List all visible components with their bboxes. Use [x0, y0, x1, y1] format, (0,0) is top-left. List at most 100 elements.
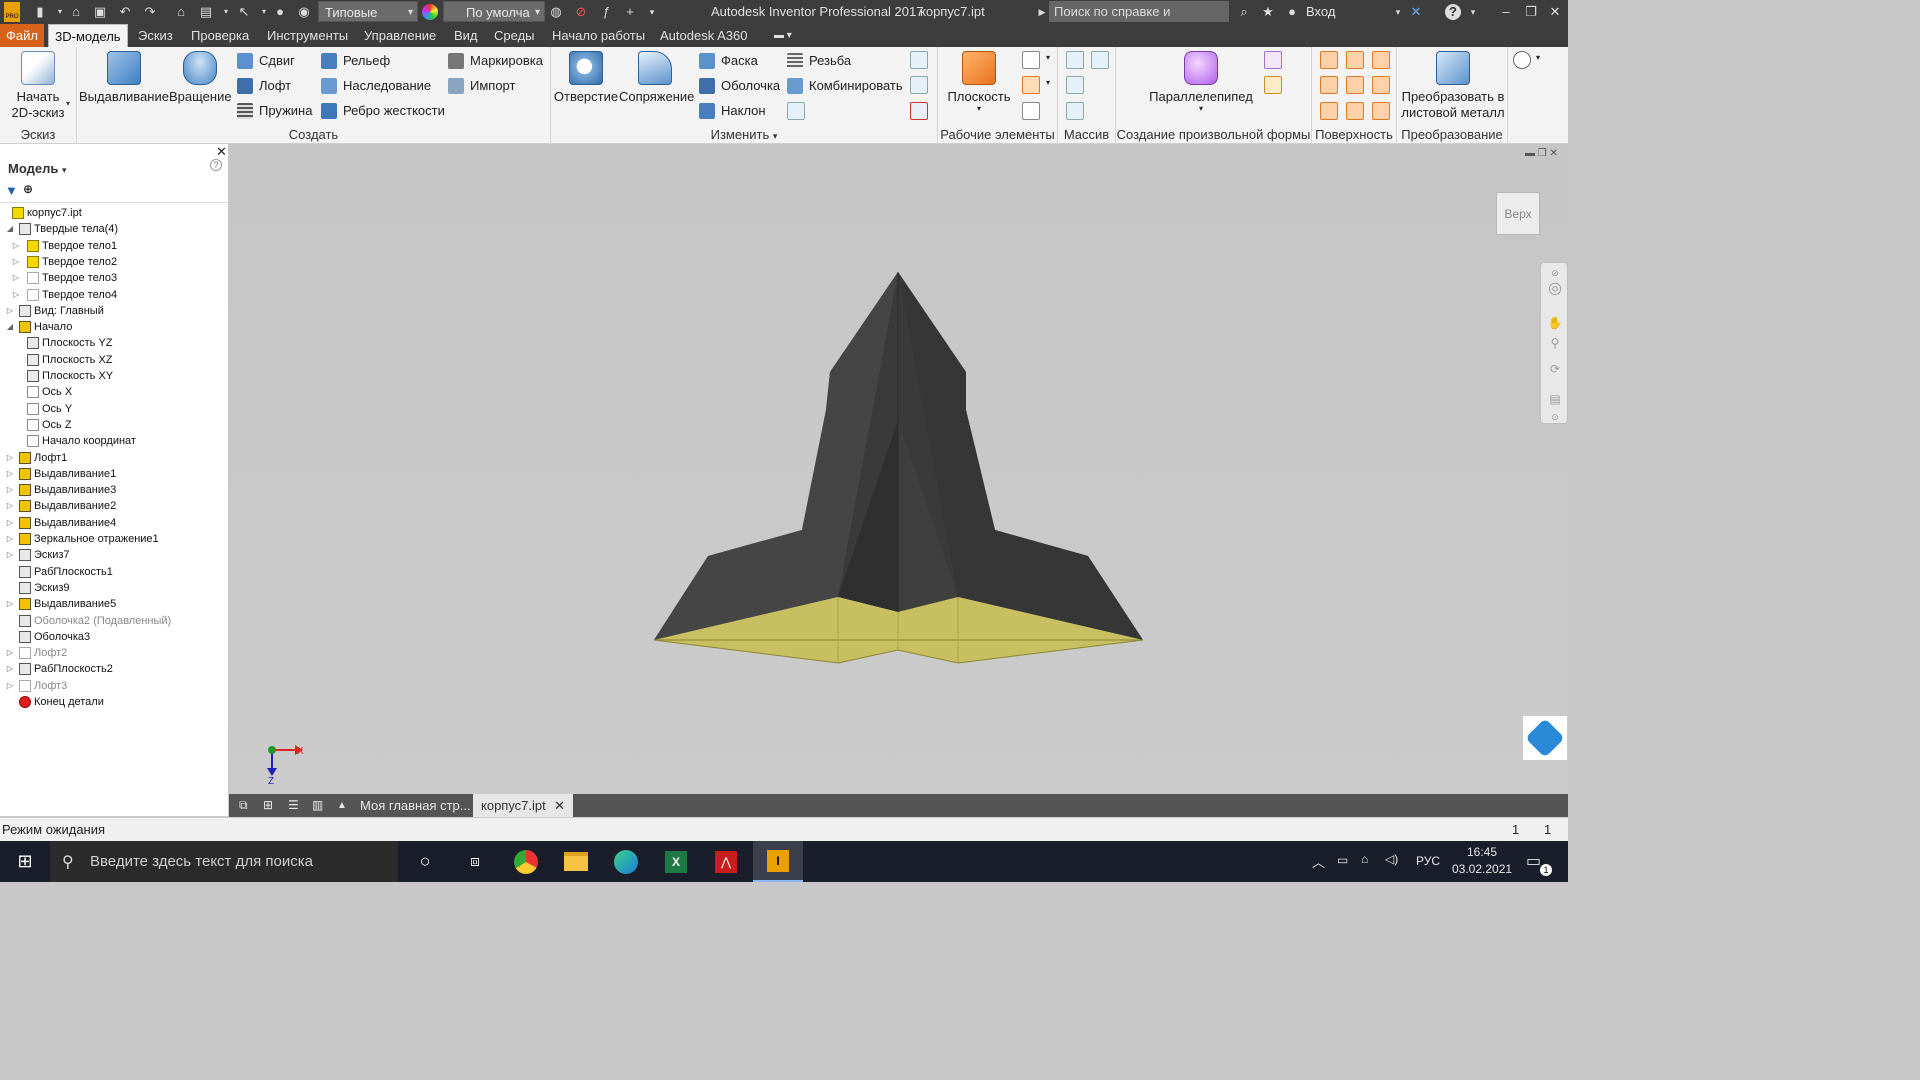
chamfer-button[interactable]: Фаска	[699, 51, 758, 71]
revolve-button[interactable]: Вращение	[169, 49, 232, 105]
convert-to-sheet-metal-button[interactable]: Преобразовать в листовой металл	[1399, 49, 1507, 121]
tree-expand-icon[interactable]: ▷	[6, 498, 14, 514]
ribbon-options-dropdown-icon[interactable]: ▾	[1536, 53, 1540, 62]
work-point-dropdown-icon[interactable]: ▾	[1046, 78, 1050, 87]
tree-expand-icon[interactable]: ▷	[12, 238, 20, 254]
work-axis-dropdown-icon[interactable]: ▾	[1046, 53, 1050, 62]
graphics-viewport[interactable]: ▬ ❐ ✕ X Z	[229, 144, 1568, 794]
sculpt-icon[interactable]	[1320, 76, 1338, 94]
binoculars-icon[interactable]: ⌕	[1236, 4, 1252, 20]
appearance-combo[interactable]: По умолча	[443, 1, 545, 23]
freeform-convert-icon[interactable]	[1264, 76, 1282, 94]
help-dropdown-icon[interactable]: ▾	[1465, 4, 1481, 20]
sketch-pattern-icon[interactable]	[1066, 102, 1084, 120]
pan-hand-icon[interactable]: ✋	[1547, 315, 1563, 331]
update-icon[interactable]: ●	[272, 4, 288, 20]
signin-dropdown-icon[interactable]: ▾	[1390, 4, 1406, 20]
select-icon[interactable]: ↖	[236, 4, 252, 20]
move-bodies-icon[interactable]	[910, 76, 928, 94]
browser-title[interactable]: Модель ▾	[8, 161, 67, 176]
customize-qat-icon[interactable]: ▾	[644, 4, 660, 20]
print-icon[interactable]: ▤	[198, 4, 214, 20]
home-icon[interactable]: ⌂	[173, 4, 189, 20]
battery-icon[interactable]: ▭	[1337, 853, 1348, 867]
tab-a360[interactable]: Autodesk A360	[654, 24, 753, 47]
steering-wheel-icon[interactable]: ◎	[1547, 281, 1563, 297]
help-search-input[interactable]: Поиск по справке и командам	[1049, 1, 1229, 40]
inventor-logo-icon[interactable]: PRO	[4, 2, 20, 22]
print-dropdown-icon[interactable]: ▾	[218, 4, 234, 20]
stitch-icon[interactable]	[1372, 51, 1390, 69]
split-icon[interactable]	[910, 51, 928, 69]
appearance-color-icon[interactable]	[422, 4, 438, 20]
edge-taskbar-button[interactable]	[601, 841, 651, 882]
tree-expand-icon[interactable]: ▷	[6, 645, 14, 661]
close-browser-icon[interactable]: ✕	[216, 144, 227, 160]
tab-manage[interactable]: Управление	[358, 24, 442, 47]
chrome-taskbar-button[interactable]	[501, 841, 551, 882]
redo-icon[interactable]: ↷	[142, 4, 158, 20]
tree-collapse-icon[interactable]: ◢	[6, 319, 14, 335]
material-sphere-icon[interactable]: ◉	[296, 4, 312, 20]
emboss-button[interactable]: Рельеф	[321, 51, 390, 71]
new-dropdown-icon[interactable]: ▾	[52, 4, 68, 20]
work-axis-icon[interactable]	[1022, 51, 1040, 69]
thicken-icon[interactable]	[1320, 51, 1338, 69]
navbar-options-icon[interactable]: ⊙	[1547, 409, 1563, 425]
volume-icon[interactable]: ◁)	[1385, 852, 1398, 866]
restore-window-icon[interactable]: ❐	[1523, 4, 1539, 20]
language-indicator[interactable]: РУС	[1416, 854, 1440, 868]
tree-collapse-icon[interactable]: ◢	[6, 221, 14, 237]
select-dropdown-icon[interactable]: ▾	[256, 4, 272, 20]
excel-taskbar-button[interactable]: X	[651, 841, 701, 882]
group-label-modify[interactable]: Изменить ▾	[551, 127, 937, 142]
find-binoculars-icon[interactable]: ⊕	[23, 182, 33, 196]
trim-icon[interactable]	[1346, 76, 1364, 94]
tab-tools[interactable]: Инструменты	[261, 24, 354, 47]
coil-button[interactable]: Пружина	[237, 101, 312, 121]
zoom-icon[interactable]: ⚲	[1547, 335, 1563, 351]
import-button[interactable]: Импорт	[448, 76, 515, 96]
browser-help-icon[interactable]: ?	[210, 159, 222, 171]
navbar-close-icon[interactable]: ⊘	[1547, 265, 1563, 281]
orbit-icon[interactable]: ⟳	[1547, 361, 1563, 377]
rib-button[interactable]: Ребро жесткости	[321, 101, 445, 121]
expand-arrow-icon[interactable]: ▶	[1034, 4, 1050, 20]
freeform-box-button[interactable]: Параллелепипед ▾	[1146, 49, 1256, 113]
combine-button[interactable]: Комбинировать	[787, 76, 903, 96]
save-icon[interactable]: ▣	[92, 4, 108, 20]
tab-get-started[interactable]: Начало работы	[546, 24, 651, 47]
signin-label[interactable]: Вход	[1306, 4, 1335, 19]
share-view-button[interactable]	[1522, 715, 1568, 761]
parameters-fx-icon[interactable]: ƒ	[598, 4, 614, 20]
minimize-window-icon[interactable]: –	[1498, 4, 1514, 20]
look-at-icon[interactable]: ▤	[1547, 391, 1563, 407]
shell-button[interactable]: Оболочка	[699, 76, 780, 96]
close-tab-icon[interactable]: ✕	[554, 794, 565, 817]
tree-expand-icon[interactable]: ▷	[6, 303, 14, 319]
plane-button[interactable]: Плоскость ▾	[944, 49, 1014, 113]
model-render[interactable]: X Z	[229, 144, 1568, 794]
tree-expand-icon[interactable]: ▷	[6, 678, 14, 694]
replace-face-icon[interactable]	[1346, 102, 1364, 120]
tab-file[interactable]: Файл	[0, 24, 44, 47]
filter-icon[interactable]: ▼	[5, 183, 18, 198]
acrobat-taskbar-button[interactable]: ⋀	[701, 841, 751, 882]
close-window-icon[interactable]: ✕	[1547, 4, 1563, 20]
tab-environments[interactable]: Среды	[488, 24, 541, 47]
tray-show-hidden-icon[interactable]: ︿	[1312, 852, 1325, 871]
tab-sketch[interactable]: Эскиз	[132, 24, 179, 47]
tab-3d-model[interactable]: 3D-модель	[48, 24, 128, 47]
clear-appearance-icon[interactable]: ⊘	[573, 4, 589, 20]
loft-button[interactable]: Лофт	[237, 76, 291, 96]
delete-face-icon[interactable]	[910, 102, 928, 120]
work-point-icon[interactable]	[1022, 76, 1040, 94]
circular-pattern-icon[interactable]	[1066, 76, 1084, 94]
cascade-windows-icon[interactable]: ⧉	[231, 794, 256, 817]
new-file-icon[interactable]: ▮	[32, 4, 48, 20]
sketch-dropdown-icon[interactable]: ▾	[66, 99, 70, 108]
viewcube[interactable]: Верх	[1496, 192, 1540, 235]
ribbon-options-icon[interactable]	[1513, 51, 1531, 69]
direct-edit-icon[interactable]	[787, 102, 805, 120]
tree-expand-icon[interactable]: ▷	[6, 466, 14, 482]
